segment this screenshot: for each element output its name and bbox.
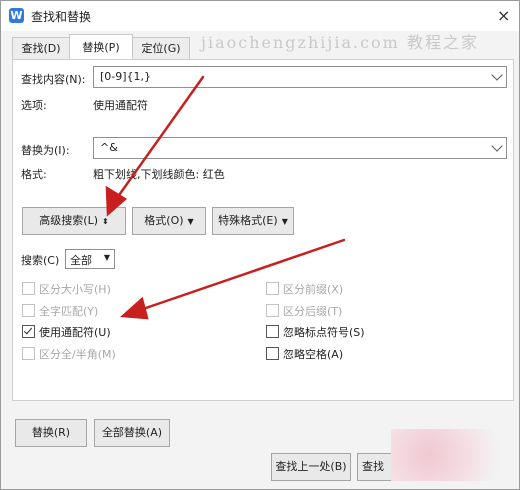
annotation-arrow-wildcards [138,238,346,312]
arrowhead-wildcards-icon [120,296,149,320]
annotation-arrows [105,75,346,320]
annotation-arrow-advanced [110,75,205,207]
